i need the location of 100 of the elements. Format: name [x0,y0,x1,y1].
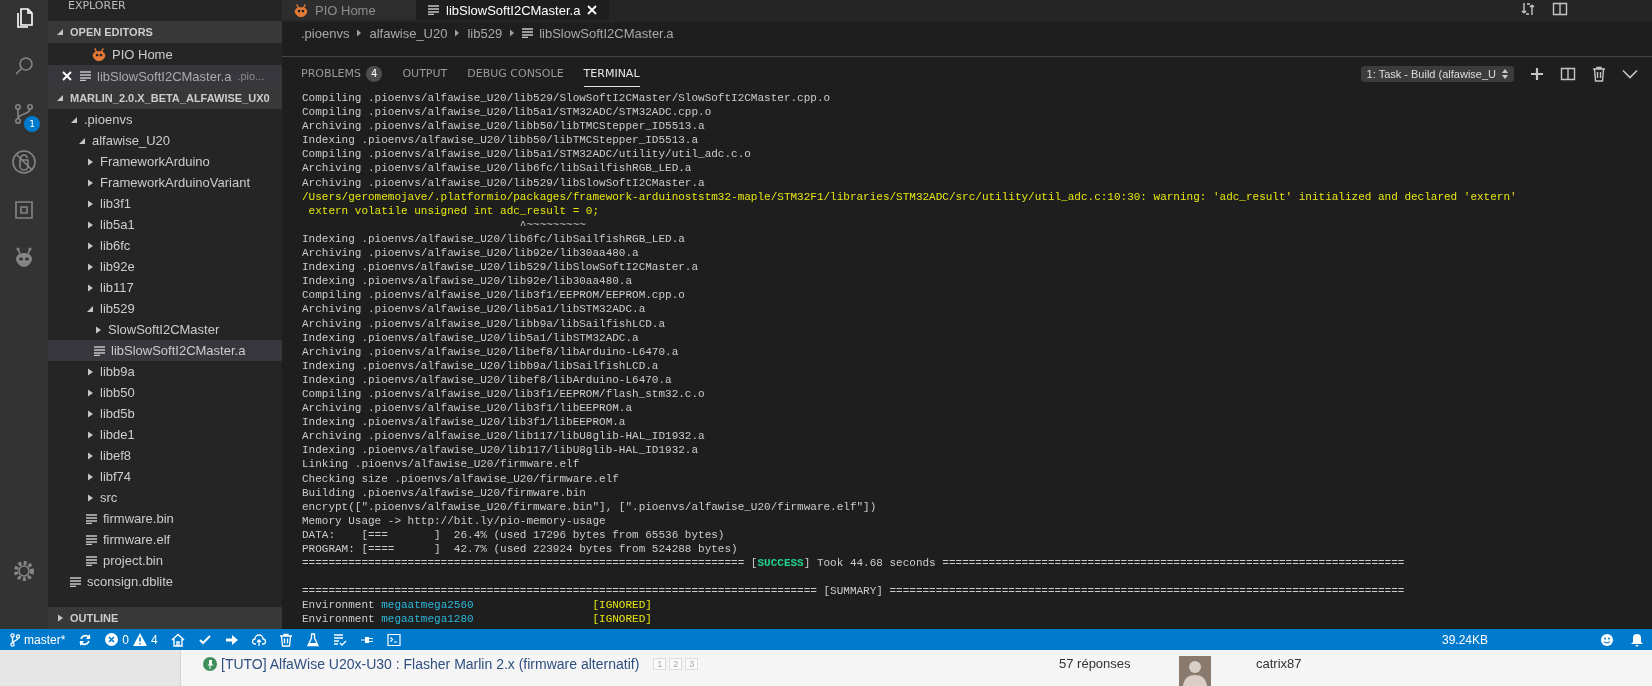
folder-item[interactable]: libde1 [48,424,282,445]
caret-icon[interactable] [86,472,94,481]
caret-icon[interactable] [86,157,94,166]
chevron-icon [356,29,363,37]
folder-item[interactable]: .pioenvs [48,109,282,130]
caret-icon[interactable] [86,220,94,229]
terminal-line: Building .pioenvs/alfawise_U20/firmware.bin [302,485,587,500]
settings-icon[interactable] [12,559,36,583]
folder-item[interactable]: libb9a [48,361,282,382]
editor-tab[interactable]: libSlowSoftI2CMaster.a [416,0,610,20]
folder-item[interactable]: FrameworkArduinoVariant [48,172,282,193]
open-editor-item[interactable]: PIO Home [48,43,282,65]
terminal-icon[interactable] [386,632,401,647]
caret-icon[interactable] [86,430,94,439]
breadcrumb-item[interactable]: alfawise_U20 [369,25,448,41]
caret-icon[interactable] [56,614,64,622]
arrow-right-icon[interactable] [224,632,239,647]
folder-item[interactable]: src [48,487,282,508]
compare-icon[interactable] [1520,1,1536,17]
panel-tab-label[interactable]: TERMINAL [583,67,640,80]
file-item[interactable]: sconsign.dblite [48,571,282,592]
folder-item[interactable]: SlowSoftI2CMaster [48,319,282,340]
check-icon[interactable] [197,632,212,647]
terminal-line: ============================================================================== [SUMMARY] ============================================================================== [302,584,1406,599]
no-bug-icon[interactable] [11,149,37,175]
file-item[interactable]: project.bin [48,550,282,571]
folder-item[interactable]: libb50 [48,382,282,403]
caret-icon[interactable] [86,178,94,187]
chevron-down-icon[interactable] [1622,69,1638,79]
caret-icon[interactable] [86,493,94,502]
branch-status[interactable]: master* [10,632,66,647]
terminal-line: extern volatile unsigned int adc_result = 0; [307,203,601,218]
close-icon[interactable] [587,5,598,15]
reply-count: 57 réponses [1059,656,1132,671]
section-title: MARLIN_2.0.X_BETA_ALFAWISE_UX0 [70,92,270,104]
folder-item[interactable]: libf74 [48,466,282,487]
trash-icon[interactable] [1592,66,1606,82]
status-label: [IGNORED] [592,613,652,626]
caret-icon[interactable] [86,388,94,397]
status-text[interactable]: 39.24KB [1441,632,1488,647]
folder-item[interactable]: lib3f1 [48,193,282,214]
status-label: SUCCESS [757,557,804,570]
terminal-line: Archiving .pioenvs/alfawise_U20/lib92e/lib30aa480.a [302,246,640,261]
caret-icon[interactable] [86,451,94,460]
terminal-line: Indexing .pioenvs/alfawise_U20/libb50/libTMCStepper_ID5513.a [302,133,700,148]
breadcrumb-item[interactable]: .pioenvs [301,25,350,41]
file-item[interactable]: libSlowSoftI2CMaster.a [48,340,282,361]
folder-item[interactable]: lib5a1 [48,214,282,235]
split-icon[interactable] [1560,67,1576,81]
smiley-icon[interactable] [1600,632,1614,647]
bell-icon[interactable] [1630,632,1644,647]
caret-icon[interactable] [70,115,78,124]
folder-item[interactable]: lib117 [48,277,282,298]
terminal-line: Archiving .pioenvs/alfawise_U20/libef8/libArduino-L6470.a [302,344,680,359]
caret-icon[interactable] [86,262,94,271]
folder-item[interactable]: libd5b [48,403,282,424]
folder-item[interactable]: lib529 [48,298,282,319]
panel-tab-label[interactable]: OUTPUT [402,67,448,80]
folder-item[interactable]: alfawise_U20 [48,130,282,151]
editor-tab[interactable]: PIO Home [282,0,416,20]
folder-item[interactable]: libef8 [48,445,282,466]
file-lines-icon [80,71,91,81]
folder-item[interactable]: lib6fc [48,235,282,256]
topic-link[interactable]: [TUTO] AlfaWise U20x-U30 : Flasher Marlin 2.x (firmware alternatif) [221,656,640,672]
terminal-line: Archiving .pioenvs/alfawise_U20/lib117/libU8glib-HAL_ID1932.a [302,429,706,444]
cloud-upload-icon[interactable] [251,632,266,647]
problems-status[interactable]: 0 4 [105,632,158,647]
terminal-select[interactable]: 1: Task - Build (alfawise_U [1360,66,1514,82]
terminal-text: ] Took 44.68 seconds ====================================================================== [803,557,1405,570]
author-name[interactable]: catrix87 [1256,656,1302,671]
caret-icon[interactable] [86,367,94,376]
plus-icon[interactable] [1530,67,1544,81]
home-icon[interactable] [170,632,185,647]
section-title: OUTLINE [70,612,119,624]
breadcrumb-label[interactable]: libSlowSoftI2CMaster.a [539,25,674,41]
panel-tab-label[interactable]: DEBUG CONSOLE [467,67,564,80]
caret-icon[interactable] [86,304,94,313]
caret-icon[interactable] [56,94,64,102]
folder-item[interactable]: FrameworkArduino [48,151,282,172]
panel-tab-label[interactable]: PROBLEMS [301,67,362,80]
caret-icon[interactable] [86,199,94,208]
flask-icon[interactable] [305,632,320,647]
terminal-line: Compiling .pioenvs/alfawise_U20/lib5a1/STM32ADC/utility/util_adc.c.o [302,147,752,162]
file-item[interactable]: firmware.elf [48,529,282,550]
caret-icon[interactable] [78,136,86,145]
caret-icon[interactable] [86,241,94,250]
sync-icon[interactable] [78,632,93,647]
caret-icon[interactable] [56,28,64,36]
breadcrumb-item[interactable]: lib529 [467,25,503,41]
caret-icon[interactable] [94,325,102,334]
checklist-icon[interactable] [332,632,347,647]
open-editor-item[interactable]: libSlowSoftI2CMaster.a .pio... [48,65,282,87]
caret-icon[interactable] [86,283,94,292]
close-icon[interactable] [62,71,72,81]
folder-item[interactable]: lib92e [48,256,282,277]
caret-icon[interactable] [86,409,94,418]
file-item[interactable]: firmware.bin [48,508,282,529]
extensions-icon[interactable] [12,198,36,222]
split-editor-icon[interactable] [1552,1,1568,17]
branch-icon[interactable] [12,102,36,126]
